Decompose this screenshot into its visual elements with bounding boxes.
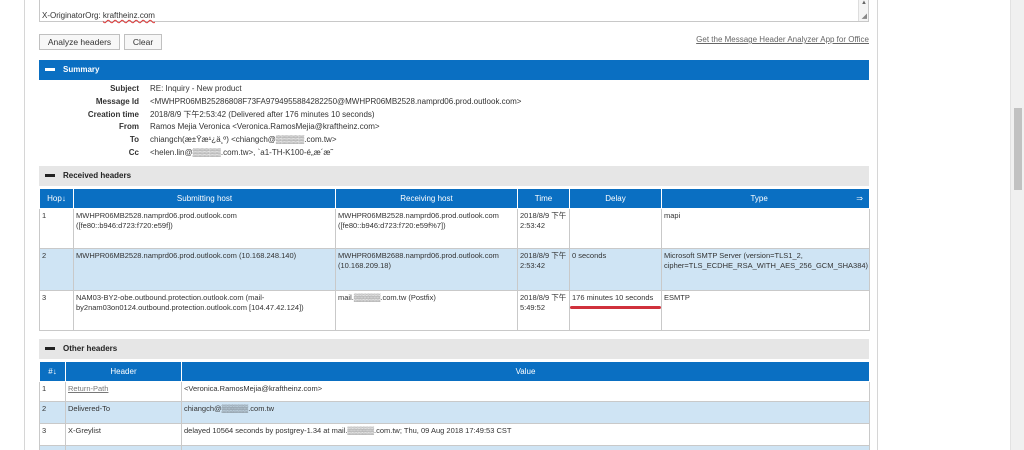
textarea-scrollbar[interactable]: ▲ ◢	[858, 0, 868, 21]
received-section-header[interactable]: Received headers	[39, 166, 869, 186]
summary-label: Subject	[110, 84, 139, 93]
summary-row-to: To chiangch(æ±Ÿæ¹¿ä¸º) <chiangch@▒▒▒▒▒.co…	[39, 134, 869, 147]
column-hop[interactable]: Hop↓	[39, 188, 74, 209]
summary-label: Creation time	[87, 109, 139, 119]
cell-type: mapi	[661, 208, 870, 249]
summary-value: <helen.lin@▒▒▒▒▒.com.tw>, `a1-TH-K100-é„…	[150, 147, 334, 157]
cell-header: Delivered-To	[65, 401, 182, 424]
summary-label: Cc	[128, 147, 139, 157]
page-scrollbar[interactable]	[1010, 0, 1024, 450]
summary-label: From	[119, 122, 139, 132]
textarea-line-org: kraftheinz.com	[102, 11, 155, 20]
cell-hop: 3	[39, 290, 74, 331]
column-type[interactable]: Type ⇒	[661, 188, 870, 209]
summary-label: Message Id	[95, 96, 139, 106]
cell-delay	[569, 208, 662, 249]
arrow-right-icon[interactable]: ⇒	[856, 194, 863, 203]
summary-row-message-id: Message Id <MWHPR06MB25286808F73FA9794955…	[39, 96, 869, 109]
column-time[interactable]: Time	[517, 188, 570, 209]
cell-value	[181, 445, 870, 450]
received-headers-table: Hop↓ Submitting host Receiving host Time…	[39, 188, 870, 331]
cell-submitting-host: MWHPR06MB2528.namprd06.prod.outlook.com …	[73, 248, 336, 291]
column-receiving-host[interactable]: Receiving host	[335, 188, 518, 209]
cell-time: 2018/8/9 下午 2:53:42	[517, 208, 570, 249]
cell-hop: 2	[39, 248, 74, 291]
table-row: 2 MWHPR06MB2528.namprd06.prod.outlook.co…	[39, 248, 870, 291]
triangle-up-icon[interactable]: ▲	[861, 0, 867, 6]
cell-number: 2	[39, 401, 66, 424]
cell-type: Microsoft SMTP Server (version=TLS1_2, c…	[661, 248, 870, 291]
summary-value: <MWHPR06MB25286808F73FA9794955884282250@…	[150, 96, 522, 106]
table-row: 1 MWHPR06MB2528.namprd06.prod.outlook.co…	[39, 208, 870, 249]
textarea-line-prefix: X-OriginatorOrg:	[42, 11, 103, 20]
cell-submitting-host: NAM03-BY2-obe.outbound.protection.outloo…	[73, 290, 336, 331]
summary-section-header[interactable]: Summary	[39, 60, 869, 80]
summary-block: Subject RE: Inquiry - New product Message…	[39, 83, 869, 160]
summary-row-subject: Subject RE: Inquiry - New product	[39, 83, 869, 96]
column-submitting-host[interactable]: Submitting host	[73, 188, 336, 209]
cell-number: 1	[39, 381, 66, 402]
cell-header: X-Greylist	[65, 423, 182, 446]
cell-receiving-host: mail.▒▒▒▒▒.com.tw (Postfix)	[335, 290, 518, 331]
cell-value: chiangch@▒▒▒▒▒.com.tw	[181, 401, 870, 424]
other-title: Other headers	[63, 344, 118, 353]
get-app-link[interactable]: Get the Message Header Analyzer App for …	[696, 35, 869, 44]
minus-icon[interactable]	[45, 174, 55, 178]
cell-submitting-host: MWHPR06MB2528.namprd06.prod.outlook.com …	[73, 208, 336, 249]
summary-value: chiangch(æ±Ÿæ¹¿ä¸º) <chiangch@▒▒▒▒▒.com.…	[150, 135, 337, 145]
cell-value: delayed 10564 seconds by postgrey-1.34 a…	[181, 423, 870, 446]
minus-icon[interactable]	[45, 347, 55, 351]
cell-receiving-host: MWHPR06MB2528.namprd06.prod.outlook.com …	[335, 208, 518, 249]
other-headers-table: #↓ Header Value 1 Return-Path <Veronica.…	[39, 361, 870, 450]
cell-header	[65, 445, 182, 450]
table-header-row: #↓ Header Value	[39, 361, 870, 382]
resize-grip-icon[interactable]: ◢	[862, 12, 867, 20]
cell-value: <Veronica.RamosMejia@kraftheinz.com>	[181, 381, 870, 402]
headers-textarea[interactable]: X-OriginatorOrg: kraftheinz.com ▲ ◢	[39, 0, 869, 22]
analyzer-page: X-OriginatorOrg: kraftheinz.com ▲ ◢ Anal…	[24, 0, 878, 450]
column-delay[interactable]: Delay	[569, 188, 662, 209]
column-header[interactable]: Header	[65, 361, 182, 382]
clear-button[interactable]: Clear	[124, 34, 162, 50]
table-row	[39, 445, 870, 450]
cell-number	[39, 445, 66, 450]
cell-time: 2018/8/9 下午 5:49:52	[517, 290, 570, 331]
received-title: Received headers	[63, 171, 132, 180]
summary-row-cc: Cc <helen.lin@▒▒▒▒▒.com.tw>, `a1-TH-K100-…	[39, 147, 869, 160]
table-row: 3 X-Greylist delayed 10564 seconds by po…	[39, 423, 870, 446]
scrollbar-thumb[interactable]	[1014, 108, 1022, 190]
other-section-header[interactable]: Other headers	[39, 339, 869, 359]
delay-highlight-underline	[570, 306, 661, 309]
cell-hop: 1	[39, 208, 74, 249]
analyze-headers-button[interactable]: Analyze headers	[39, 34, 120, 50]
summary-label: To	[129, 135, 139, 145]
summary-value: Ramos Mejia Veronica <Veronica.RamosMeji…	[150, 122, 380, 132]
cell-delay: 176 minutes 10 seconds	[569, 290, 662, 331]
cell-delay: 0 seconds	[569, 248, 662, 291]
summary-row-from: From Ramos Mejia Veronica <Veronica.Ramos…	[39, 121, 869, 134]
column-number[interactable]: #↓	[39, 361, 66, 382]
summary-row-creation-time: Creation time 2018/8/9 下午2:53:42 (Deliver…	[39, 109, 869, 122]
summary-value: RE: Inquiry - New product	[150, 84, 242, 93]
table-row: 1 Return-Path <Veronica.RamosMejia@kraft…	[39, 381, 870, 402]
cell-type: ESMTP	[661, 290, 870, 331]
cell-receiving-host: MWHPR06MB2688.namprd06.prod.outlook.com …	[335, 248, 518, 291]
table-row: 3 NAM03-BY2-obe.outbound.protection.outl…	[39, 290, 870, 331]
summary-title: Summary	[63, 65, 100, 74]
minus-icon[interactable]	[45, 68, 55, 72]
table-row: 2 Delivered-To chiangch@▒▒▒▒▒.com.tw	[39, 401, 870, 424]
return-path-link[interactable]: Return-Path	[68, 384, 108, 393]
summary-value: 2018/8/9 下午2:53:42 (Delivered after 176 …	[150, 109, 375, 119]
cell-time: 2018/8/9 下午 2:53:42	[517, 248, 570, 291]
cell-header: Return-Path	[65, 381, 182, 402]
cell-number: 3	[39, 423, 66, 446]
column-type-label: Type	[750, 194, 768, 203]
column-value[interactable]: Value	[181, 361, 870, 382]
table-header-row: Hop↓ Submitting host Receiving host Time…	[39, 188, 870, 209]
textarea-last-line: X-OriginatorOrg: kraftheinz.com	[42, 11, 155, 20]
